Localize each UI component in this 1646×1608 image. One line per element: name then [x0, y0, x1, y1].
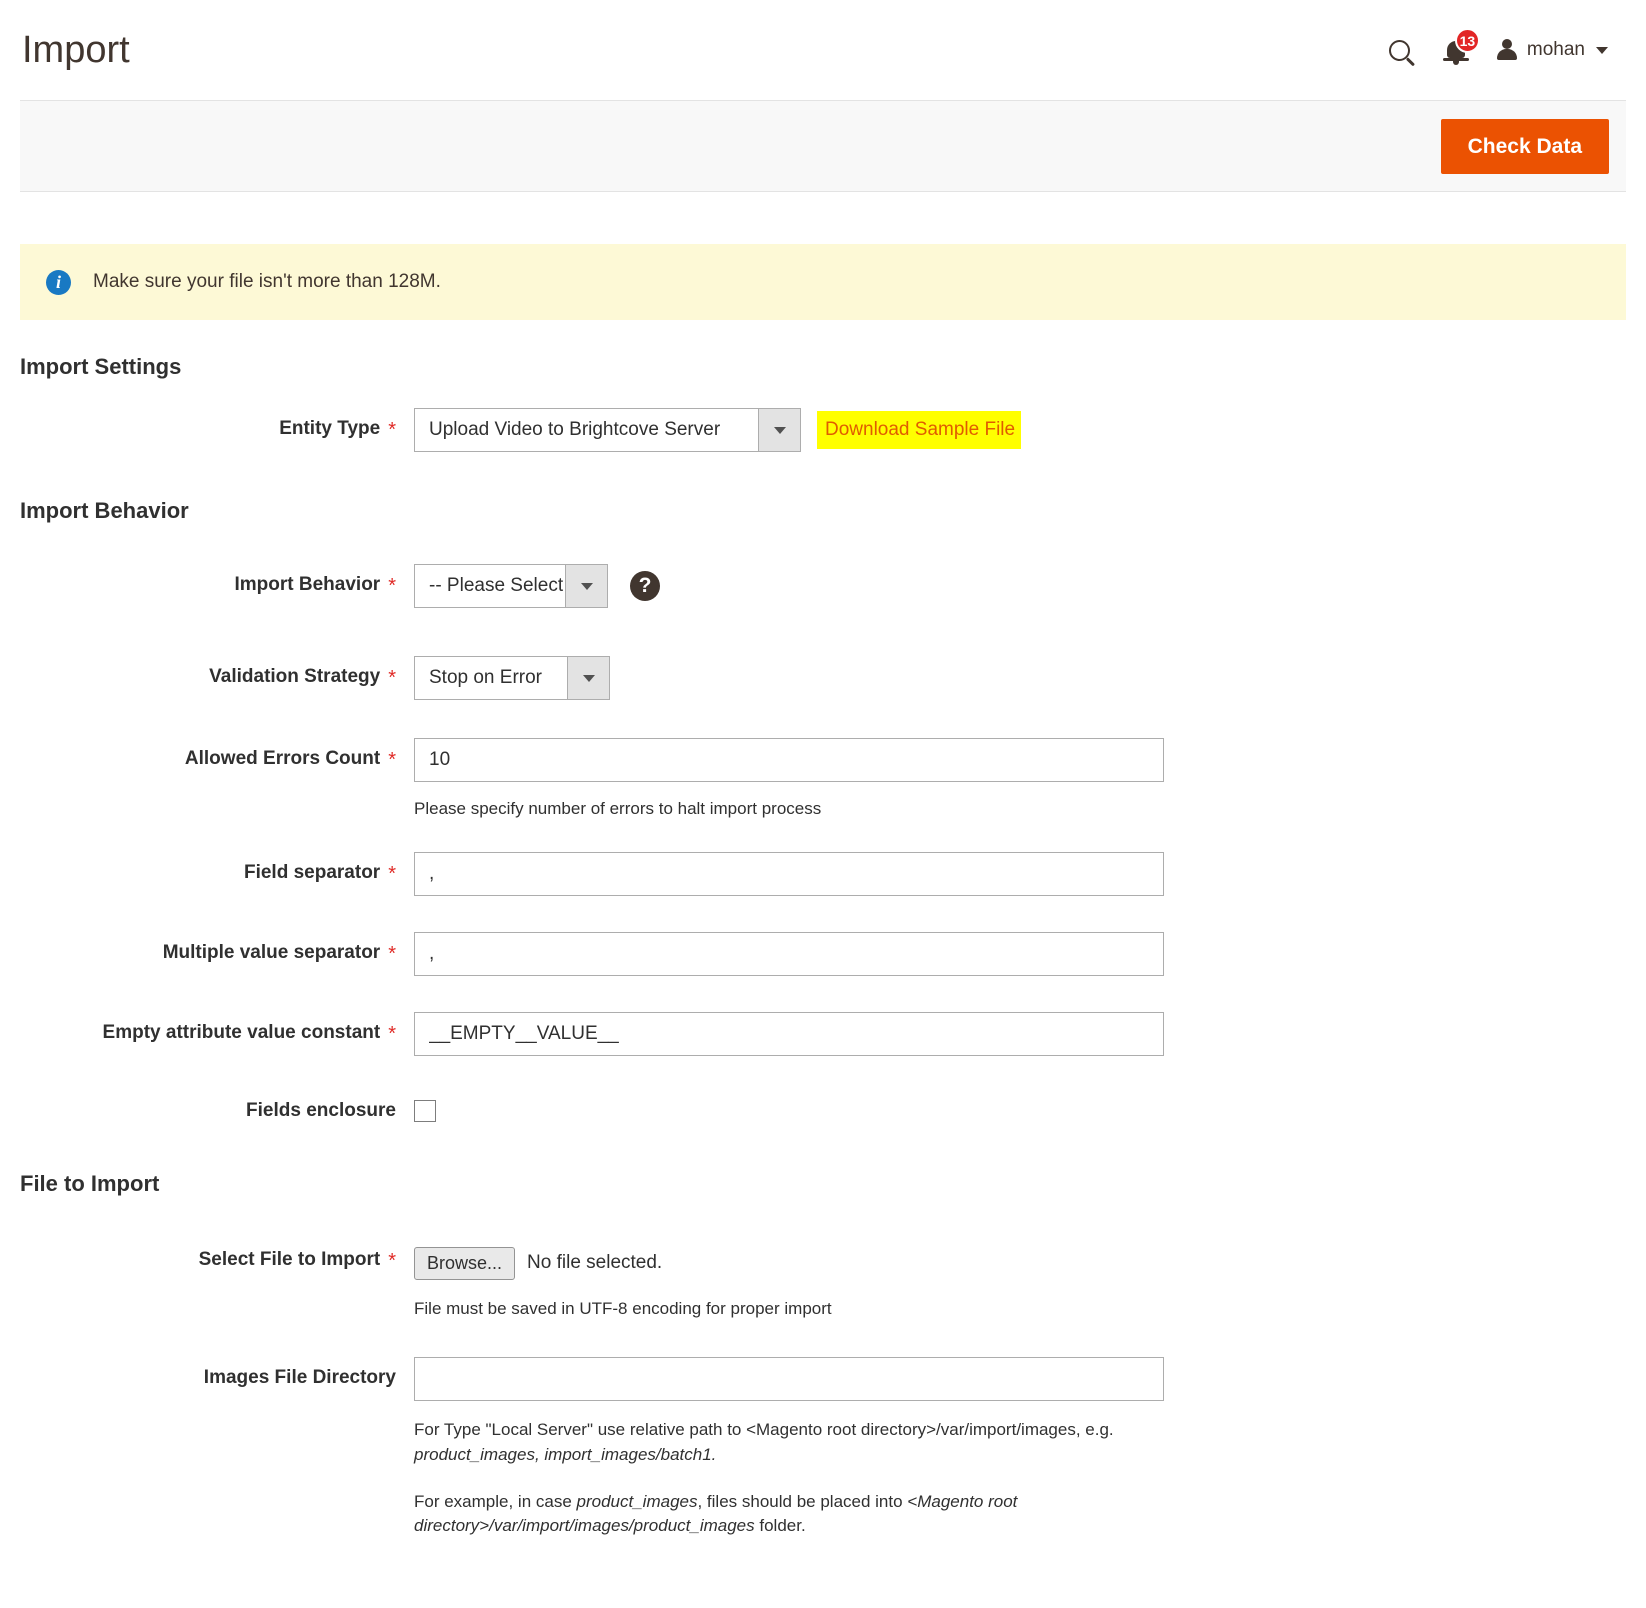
- images-file-directory-label-col: Images File Directory: [20, 1357, 396, 1389]
- field-separator-label: Field separator: [244, 862, 380, 884]
- validation-strategy-value: Stop on Error: [415, 657, 567, 699]
- field-multiple-value-separator: Multiple value separator *: [20, 932, 1626, 976]
- images-file-directory-input[interactable]: [414, 1357, 1164, 1401]
- entity-type-value: Upload Video to Brightcove Server: [415, 409, 758, 451]
- required-marker: *: [388, 574, 396, 596]
- note-text-b: product_images, import_images/batch1.: [414, 1445, 716, 1464]
- question-mark-icon[interactable]: ?: [630, 571, 660, 601]
- user-name-label: mohan: [1527, 39, 1585, 61]
- multiple-value-separator-label: Multiple value separator: [163, 942, 381, 964]
- fields-enclosure-checkbox[interactable]: [414, 1100, 436, 1122]
- note2-text-b: product_images: [577, 1492, 698, 1511]
- chevron-down-icon: [565, 565, 607, 607]
- validation-strategy-label-col: Validation Strategy *: [20, 656, 396, 688]
- required-marker: *: [388, 666, 396, 688]
- check-data-button[interactable]: Check Data: [1441, 119, 1609, 174]
- field-allowed-errors-count: Allowed Errors Count * Please specify nu…: [20, 738, 1626, 822]
- download-sample-file-link[interactable]: Download Sample File: [817, 411, 1021, 450]
- empty-attribute-value-constant-label-col: Empty attribute value constant *: [20, 1012, 396, 1044]
- field-separator-label-col: Field separator *: [20, 852, 396, 884]
- field-validation-strategy: Validation Strategy * Stop on Error: [20, 656, 1626, 700]
- header-tools: 13 mohan: [1372, 28, 1626, 72]
- import-settings-legend: Import Settings: [20, 354, 1626, 380]
- user-avatar-icon: [1496, 39, 1518, 61]
- note2-text-a: For example, in case: [414, 1492, 577, 1511]
- required-marker: *: [388, 748, 396, 770]
- import-behavior-label-col: Import Behavior *: [20, 564, 396, 596]
- allowed-errors-count-note: Please specify number of errors to halt …: [414, 797, 1214, 822]
- required-marker: *: [388, 1249, 396, 1271]
- bell-icon: 13: [1436, 30, 1476, 70]
- fields-enclosure-label: Fields enclosure: [246, 1100, 396, 1122]
- import-behavior-legend: Import Behavior: [20, 498, 1626, 524]
- validation-strategy-select[interactable]: Stop on Error: [414, 656, 610, 700]
- field-entity-type: Entity Type * Upload Video to Brightcove…: [20, 408, 1626, 452]
- note2-text-c: , files should be placed into: [697, 1492, 907, 1511]
- import-behavior-select[interactable]: -- Please Select --: [414, 564, 608, 608]
- search-button[interactable]: [1372, 28, 1428, 72]
- page-actions-toolbar: Check Data: [20, 100, 1626, 192]
- field-fields-enclosure: Fields enclosure: [20, 1090, 1626, 1127]
- required-marker: *: [388, 862, 396, 884]
- file-selected-status: No file selected.: [527, 1252, 662, 1274]
- images-file-directory-note-1: For Type "Local Server" use relative pat…: [414, 1418, 1214, 1467]
- browse-button[interactable]: Browse...: [414, 1247, 515, 1280]
- notice-message: i Make sure your file isn't more than 12…: [20, 244, 1626, 320]
- images-file-directory-label: Images File Directory: [204, 1367, 396, 1389]
- required-marker: *: [388, 1022, 396, 1044]
- file-to-import-legend: File to Import: [20, 1171, 1626, 1197]
- field-separator-input[interactable]: [414, 852, 1164, 896]
- validation-strategy-label: Validation Strategy: [209, 666, 380, 688]
- required-marker: *: [388, 418, 396, 440]
- chevron-down-icon: [1596, 47, 1608, 54]
- empty-attribute-value-constant-input[interactable]: [414, 1012, 1164, 1056]
- chevron-down-icon: [567, 657, 609, 699]
- note-text-a: For Type "Local Server" use relative pat…: [414, 1420, 1114, 1439]
- select-file-note: File must be saved in UTF-8 encoding for…: [414, 1297, 1214, 1322]
- allowed-errors-count-input[interactable]: [414, 738, 1164, 782]
- messages-area: i Make sure your file isn't more than 12…: [20, 244, 1626, 320]
- notice-message-text: Make sure your file isn't more than 128M…: [93, 271, 441, 293]
- page-title: Import: [20, 29, 130, 72]
- entity-type-label-col: Entity Type *: [20, 408, 396, 440]
- field-field-separator: Field separator *: [20, 852, 1626, 896]
- field-import-behavior: Import Behavior * -- Please Select -- ?: [20, 564, 1626, 608]
- field-select-file-to-import: Select File to Import * Browse... No fil…: [20, 1241, 1626, 1322]
- empty-attribute-value-constant-label: Empty attribute value constant: [103, 1022, 381, 1044]
- info-icon: i: [46, 270, 71, 295]
- page-header: Import 13 mohan: [0, 0, 1646, 100]
- chevron-down-icon: [758, 409, 800, 451]
- multiple-value-separator-label-col: Multiple value separator *: [20, 932, 396, 964]
- select-file-label-col: Select File to Import *: [20, 1241, 396, 1271]
- user-menu[interactable]: mohan: [1484, 33, 1612, 67]
- import-behavior-value: -- Please Select --: [415, 565, 565, 607]
- images-file-directory-note-2: For example, in case product_images, fil…: [414, 1490, 1214, 1539]
- notifications-button[interactable]: 13: [1428, 28, 1484, 72]
- search-icon: [1389, 40, 1410, 61]
- note2-text-f: folder.: [755, 1516, 806, 1535]
- import-behavior-label: Import Behavior: [235, 574, 381, 596]
- entity-type-label: Entity Type: [279, 418, 380, 440]
- field-images-file-directory: Images File Directory For Type "Local Se…: [20, 1357, 1626, 1539]
- import-form: Import Settings Entity Type * Upload Vid…: [0, 354, 1646, 1539]
- entity-type-select[interactable]: Upload Video to Brightcove Server: [414, 408, 801, 452]
- fields-enclosure-label-col: Fields enclosure: [20, 1090, 396, 1122]
- select-file-label: Select File to Import: [199, 1249, 381, 1271]
- multiple-value-separator-input[interactable]: [414, 932, 1164, 976]
- allowed-errors-count-label-col: Allowed Errors Count *: [20, 738, 396, 770]
- note2-text-e: /images/product_images: [569, 1516, 754, 1535]
- required-marker: *: [388, 942, 396, 964]
- file-upload-control: Browse... No file selected.: [414, 1241, 1626, 1280]
- allowed-errors-count-label: Allowed Errors Count: [185, 748, 380, 770]
- field-empty-attribute-value-constant: Empty attribute value constant *: [20, 1012, 1626, 1056]
- notifications-badge: 13: [1455, 28, 1480, 53]
